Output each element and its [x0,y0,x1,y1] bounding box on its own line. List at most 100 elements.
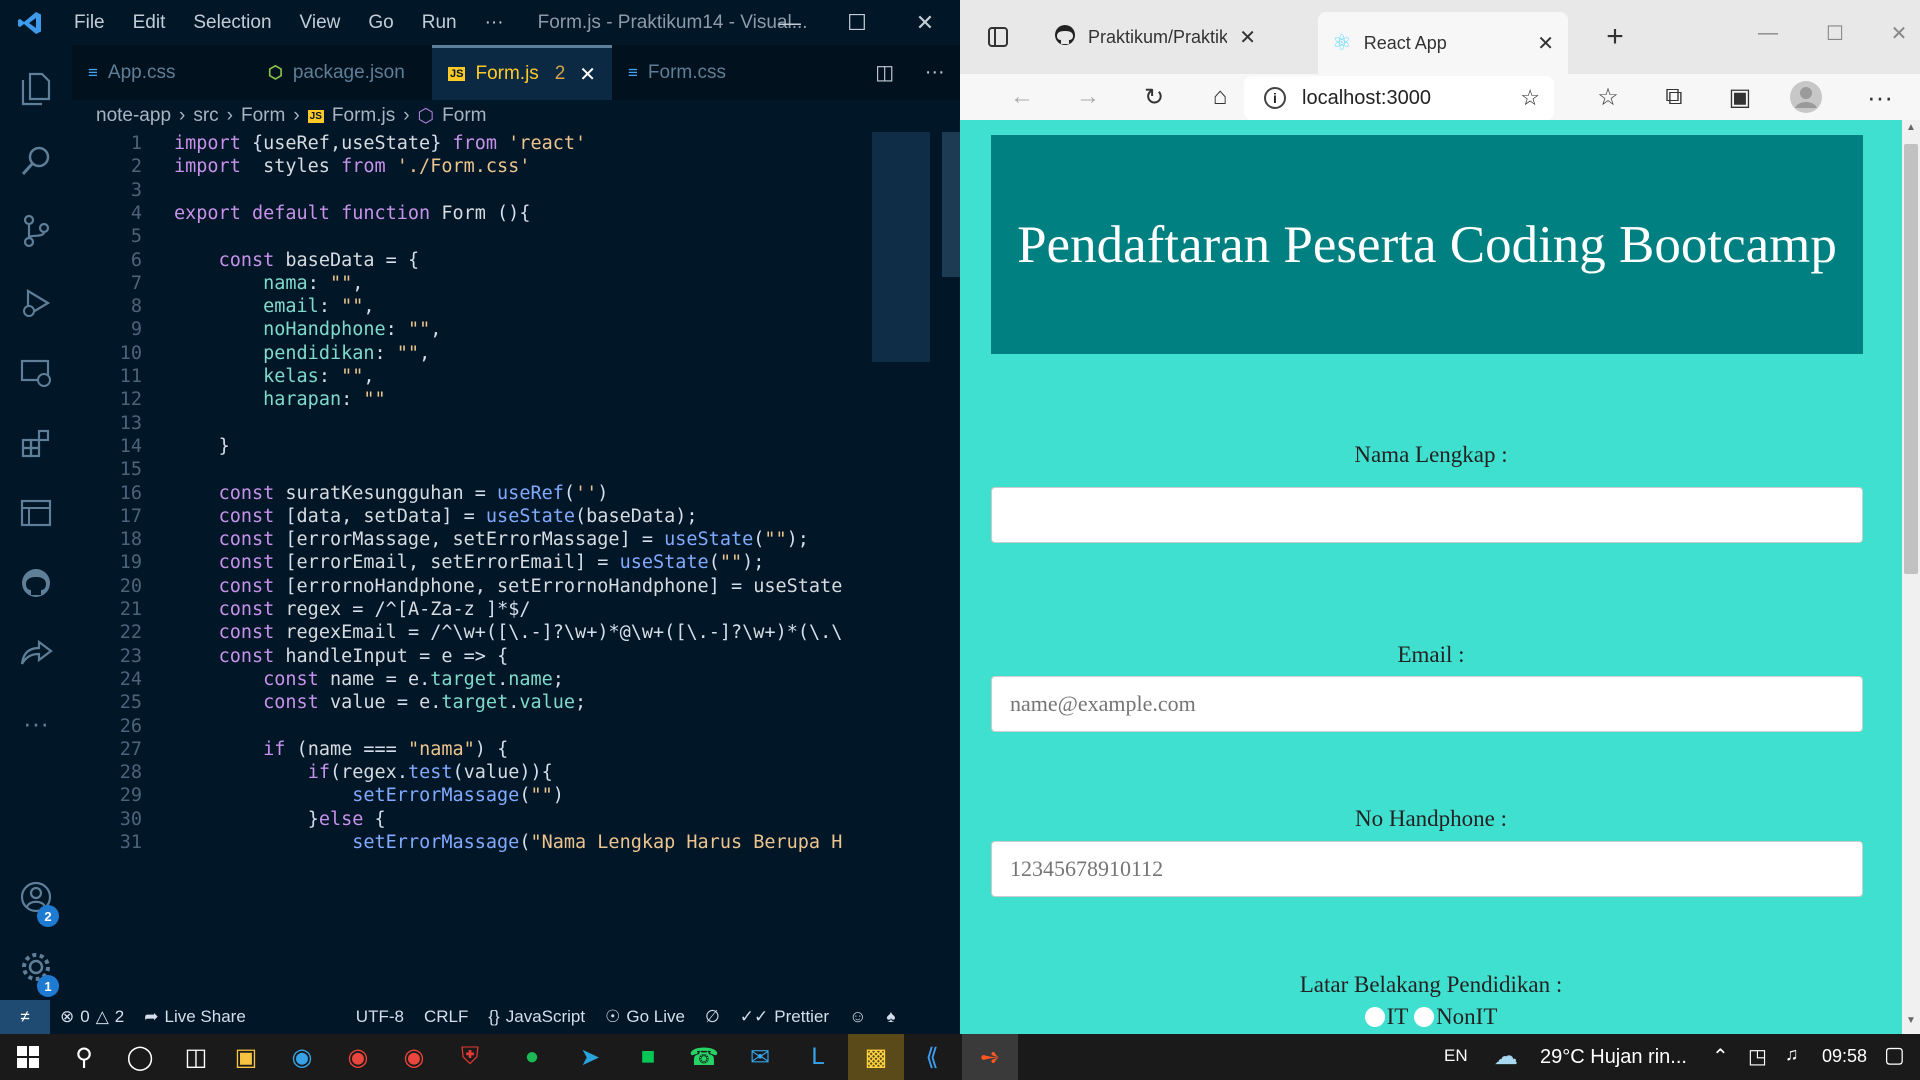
spotify-icon[interactable]: ● [504,1034,560,1080]
split-editor-icon[interactable]: ◫ [875,60,894,85]
add-favorite-icon[interactable]: ☆ [1520,85,1540,111]
eol-status[interactable]: CRLF [414,1007,478,1027]
chrome-icon[interactable]: ◉ [330,1034,386,1080]
browser-tab-react-app[interactable]: ⚛ React App ✕ [1318,12,1568,74]
chrome-alt-icon[interactable]: ◉ [386,1034,442,1080]
menu-more[interactable]: ··· [471,0,518,45]
menu-go[interactable]: Go [354,0,407,45]
radio-it[interactable]: IT [1364,1004,1408,1030]
windows-start-icon[interactable] [0,1034,56,1080]
vscode-taskbar-icon[interactable]: ⟪ [904,1034,960,1080]
forward-icon[interactable]: → [1068,74,1108,120]
search-icon[interactable] [0,125,72,197]
code-editor[interactable]: 1 import {useRef,useState} from 'react' 2 i… [72,132,870,1000]
weather-cloud-icon[interactable]: ☁ [1494,1042,1518,1071]
extensions-icon[interactable] [0,407,72,479]
notifications-bell-icon[interactable]: ♠ [876,1007,905,1027]
code-line[interactable]: harapan: "" [174,386,386,415]
radio-nonit[interactable]: NonIT [1414,1004,1497,1030]
screenshot-icon[interactable]: ▣ [1720,74,1760,120]
tab-form-css[interactable]: ≡ Form.css [612,45,792,100]
language-status[interactable]: {} JavaScript [478,1007,595,1027]
clock-time[interactable]: 09:58 [1822,1046,1867,1067]
minimize-icon[interactable]: — [1748,10,1788,56]
live-share-status[interactable]: ➦ Live Share [134,1007,256,1027]
collections-icon[interactable]: ⧉ [1654,74,1694,120]
settings-gear-icon[interactable]: 1 [0,931,72,1003]
code-line[interactable]: const value = e.target.value; [174,689,586,718]
weather-text[interactable]: 29°C Hujan rin... [1540,1046,1687,1069]
tab-actions-icon[interactable] [978,14,1018,60]
tab-package-json[interactable]: ⬡ package.json [252,45,432,100]
chevron-up-icon[interactable]: ⌃ [1712,1044,1729,1069]
scroll-up-icon[interactable]: ▲ [1906,122,1916,133]
new-tab-icon[interactable]: + [1595,14,1635,60]
task-view-icon[interactable]: ◫ [168,1034,224,1080]
browser-tab-github[interactable]: Praktikum/Praktikum14 ✕ [1040,12,1270,62]
language-indicator[interactable]: EN [1444,1046,1468,1066]
edge-icon[interactable]: ◉ [274,1034,330,1080]
pointer-app-icon[interactable]: ➺ [962,1034,1018,1080]
menu-run[interactable]: Run [408,0,471,45]
minimap[interactable] [870,132,942,1000]
menu-view[interactable]: View [286,0,355,45]
tab-app-css[interactable]: ≡ App.css [72,45,252,100]
app-l-icon[interactable]: L [790,1034,846,1080]
go-live-status[interactable]: ☉ Go Live [595,1007,695,1027]
more-icon[interactable]: ··· [0,687,72,759]
maximize-icon[interactable]: ☐ [822,0,892,45]
file-explorer-icon[interactable]: ▣ [218,1034,274,1080]
line-icon[interactable]: ■ [620,1034,676,1080]
info-icon[interactable]: i [1264,87,1286,109]
close-window-icon[interactable]: ✕ [1882,10,1916,56]
no-handphone-input[interactable] [991,841,1863,897]
email-input[interactable] [991,676,1863,732]
search-icon[interactable]: ⚲ [56,1034,112,1080]
breadcrumb-item[interactable]: src [193,105,218,127]
code-line[interactable]: setErrorMassage("Nama Lengkap Harus Beru… [174,829,842,858]
profile-avatar-icon[interactable] [1786,74,1826,120]
sticky-notes-icon[interactable]: ▩ [848,1034,904,1080]
breadcrumb-item[interactable]: Form.js [332,105,395,127]
code-line[interactable]: export default function Form (){ [174,200,530,229]
menu-file[interactable]: File [60,0,119,45]
code-line[interactable]: } [174,433,230,462]
run-debug-icon[interactable] [0,267,72,339]
cortana-icon[interactable]: ◯ [112,1034,168,1080]
live-share-icon[interactable] [0,617,72,689]
back-icon[interactable]: ← [1002,74,1042,120]
more-actions-icon[interactable]: ··· [925,61,945,84]
source-control-icon[interactable] [0,195,72,267]
eslint-icon[interactable]: ∅ [695,1007,730,1027]
remote-indicator-icon[interactable]: ≠ [0,1000,50,1034]
remote-explorer-icon[interactable] [0,337,72,409]
telegram-icon[interactable]: ➤ [562,1034,618,1080]
nama-input[interactable] [991,487,1863,543]
feedback-icon[interactable]: ☺ [839,1007,876,1027]
minimize-icon[interactable]: — [755,0,825,45]
breadcrumb-item[interactable]: Form [241,105,285,127]
scrollbar-thumb[interactable] [1904,144,1918,574]
editor-scrollbar[interactable] [942,132,960,1000]
maximize-icon[interactable]: ☐ [1815,10,1855,56]
scrollbar-thumb[interactable] [942,132,960,277]
close-tab-icon[interactable]: ✕ [1239,25,1256,50]
close-tab-icon[interactable]: ✕ [1537,31,1554,56]
address-bar[interactable]: i localhost:3000 ☆ [1244,76,1554,120]
security-app-icon[interactable]: ⛨ [442,1034,498,1080]
menu-edit[interactable]: Edit [119,0,180,45]
volume-icon[interactable]: ♫ [1785,1044,1799,1065]
notification-center-icon[interactable]: ▢ [1884,1042,1905,1068]
close-icon[interactable]: ✕ [890,0,960,45]
problems-status[interactable]: ⊗ 0 △ 2 [50,1007,134,1027]
whatsapp-icon[interactable]: ☎ [676,1034,732,1080]
menu-selection[interactable]: Selection [179,0,285,45]
settings-more-icon[interactable]: ··· [1860,74,1900,120]
explorer-icon[interactable] [0,53,72,125]
tab-form-js[interactable]: JS Form.js 2 ✕ [432,45,612,100]
scroll-down-icon[interactable]: ▼ [1906,1015,1916,1026]
panels-icon[interactable] [0,477,72,549]
mail-icon[interactable]: ✉ [732,1034,788,1080]
breadcrumb-item[interactable]: Form [442,105,486,127]
code-line[interactable]: import styles from './Form.css' [174,153,530,182]
